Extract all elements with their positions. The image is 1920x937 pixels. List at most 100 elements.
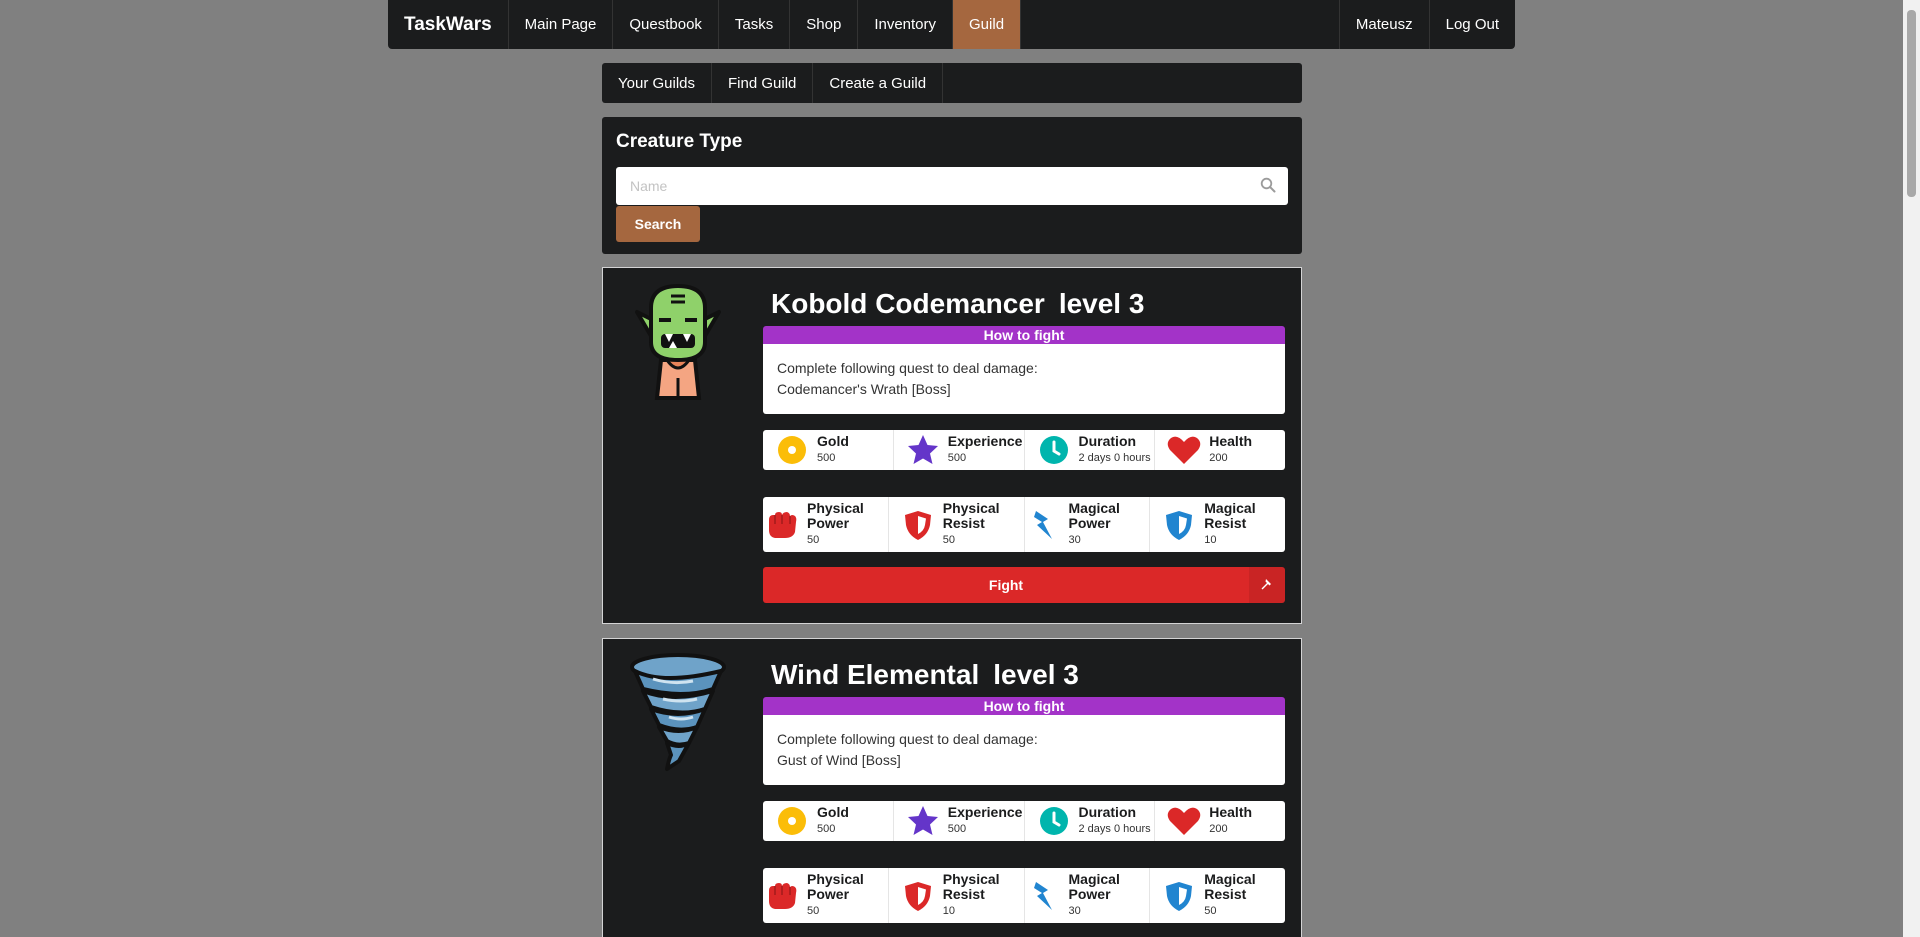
stat-gold: Gold 500 xyxy=(763,430,894,470)
stat-physical-resist: Physical Resist 10 xyxy=(889,868,1025,923)
stat-label: Experience xyxy=(947,804,1023,820)
stat-value: 50 xyxy=(1204,905,1217,917)
nav-item-tasks[interactable]: Tasks xyxy=(719,0,791,49)
quest-name: Codemancer's Wrath [Boss] xyxy=(777,381,951,397)
star-icon xyxy=(906,804,940,838)
search-panel-title: Creature Type xyxy=(616,131,743,152)
brand-logo[interactable]: TaskWars xyxy=(388,0,509,49)
creature-level: level 3 xyxy=(993,659,1079,690)
page-scrollbar[interactable] xyxy=(1903,0,1920,937)
stat-physical-resist: Physical Resist 50 xyxy=(889,497,1025,552)
stat-magical-resist: Magical Resist 50 xyxy=(1150,868,1285,923)
how-to-fight-body: Complete following quest to deal damage:… xyxy=(763,344,1285,414)
stat-magical-resist: Magical Resist 10 xyxy=(1150,497,1285,552)
stat-label: Magical Power xyxy=(1068,871,1120,902)
search-button[interactable]: Search xyxy=(616,206,700,242)
stat-value: 2 days 0 hours xyxy=(1078,823,1151,835)
subnav-create-guild[interactable]: Create a Guild xyxy=(813,63,944,103)
stat-value: 500 xyxy=(817,823,836,835)
how-to-fight-body: Complete following quest to deal damage:… xyxy=(763,715,1285,785)
creature-content: Wind Elemental level 3 How to fight Compl… xyxy=(763,639,1285,923)
search-icon xyxy=(1260,177,1276,193)
creature-card: Kobold Codemancer level 3 How to fight Co… xyxy=(602,267,1302,624)
stat-physical-power: Physical Power 50 xyxy=(763,497,889,552)
red-shield-icon xyxy=(901,879,935,913)
stat-value: 10 xyxy=(942,905,955,917)
stat-value: 10 xyxy=(1204,534,1217,546)
nav-item-main-page[interactable]: Main Page xyxy=(509,0,614,49)
stat-label: Experience xyxy=(947,433,1023,449)
stat-value: 200 xyxy=(1209,823,1228,835)
fist-icon xyxy=(765,508,799,542)
fight-button-label: Fight xyxy=(988,577,1024,593)
stat-gold: Gold 500 xyxy=(763,801,894,841)
nav-item-guild[interactable]: Guild xyxy=(953,0,1022,49)
stat-experience: Experience 500 xyxy=(894,801,1025,841)
stat-value: 200 xyxy=(1209,452,1228,464)
creature-search-panel: Creature Type Search xyxy=(602,117,1302,254)
stat-health: Health 200 xyxy=(1155,801,1285,841)
fist-icon xyxy=(765,879,799,913)
creature-title: Kobold Codemancer level 3 xyxy=(771,288,1285,326)
heart-icon xyxy=(1167,433,1201,467)
tornado-portrait-icon xyxy=(630,653,726,771)
stat-value: 50 xyxy=(807,905,820,917)
stat-value: 500 xyxy=(817,452,836,464)
stat-label: Duration xyxy=(1078,804,1137,820)
clock-icon xyxy=(1037,433,1071,467)
stat-value: 500 xyxy=(947,823,967,835)
stat-label: Health xyxy=(1209,804,1253,820)
how-to-fight-header: How to fight xyxy=(763,326,1285,344)
stat-label: Physical Power xyxy=(807,871,864,902)
reward-stats: Gold 500 Experience 500 Duration 2 days 0 h… xyxy=(763,801,1285,841)
gold-coin-icon xyxy=(775,433,809,467)
nav-item-inventory[interactable]: Inventory xyxy=(858,0,954,49)
stat-value: 30 xyxy=(1068,534,1081,546)
guild-subnav: Your Guilds Find Guild Create a Guild xyxy=(602,63,1302,103)
stat-label: Magical Power xyxy=(1068,500,1120,531)
stat-label: Gold xyxy=(817,804,849,820)
stat-label: Physical Resist xyxy=(942,500,1000,531)
logout-button[interactable]: Log Out xyxy=(1428,0,1515,49)
stat-magical-power: Magical Power 30 xyxy=(1025,497,1151,552)
red-shield-icon xyxy=(901,508,935,542)
stat-value: 2 days 0 hours xyxy=(1078,452,1151,464)
stat-value: 30 xyxy=(1068,905,1081,917)
how-to-fight-header: How to fight xyxy=(763,697,1285,715)
goblin-portrait-icon xyxy=(635,283,721,400)
nav-item-shop[interactable]: Shop xyxy=(790,0,859,49)
fight-instruction: Complete following quest to deal damage: xyxy=(777,731,1038,747)
nav-item-questbook[interactable]: Questbook xyxy=(613,0,719,49)
stat-value: 50 xyxy=(942,534,955,546)
creature-name: Kobold Codemancer xyxy=(771,288,1045,319)
stat-physical-power: Physical Power 50 xyxy=(763,868,889,923)
subnav-find-guild[interactable]: Find Guild xyxy=(712,63,814,103)
quest-name: Gust of Wind [Boss] xyxy=(777,752,901,768)
heart-icon xyxy=(1167,804,1201,838)
creature-name: Wind Elemental xyxy=(771,659,980,690)
stat-label: Physical Power xyxy=(807,500,864,531)
scrollbar-thumb[interactable] xyxy=(1907,10,1916,197)
creature-level: level 3 xyxy=(1058,288,1145,319)
stat-label: Physical Resist xyxy=(942,871,1000,902)
top-navbar: TaskWars Main Page Questbook Tasks Shop … xyxy=(388,0,1515,49)
stat-label: Magical Resist xyxy=(1204,500,1256,531)
subnav-your-guilds[interactable]: Your Guilds xyxy=(602,63,712,103)
lightning-icon xyxy=(1027,508,1061,542)
clock-icon xyxy=(1037,804,1071,838)
hammer-icon xyxy=(1249,567,1285,603)
creature-content: Kobold Codemancer level 3 How to fight Co… xyxy=(763,268,1285,603)
stat-value: 500 xyxy=(947,452,967,464)
stat-label: Magical Resist xyxy=(1204,871,1256,902)
fight-instruction: Complete following quest to deal damage: xyxy=(777,360,1038,376)
nav-user-name[interactable]: Mateusz xyxy=(1338,0,1429,49)
stat-label: Health xyxy=(1209,433,1253,449)
fight-button[interactable]: Fight xyxy=(763,567,1285,603)
blue-shield-icon xyxy=(1162,879,1196,913)
stat-label: Duration xyxy=(1078,433,1137,449)
search-input[interactable] xyxy=(616,167,1288,205)
stat-duration: Duration 2 days 0 hours xyxy=(1025,801,1156,841)
blue-shield-icon xyxy=(1162,508,1196,542)
lightning-icon xyxy=(1027,879,1061,913)
